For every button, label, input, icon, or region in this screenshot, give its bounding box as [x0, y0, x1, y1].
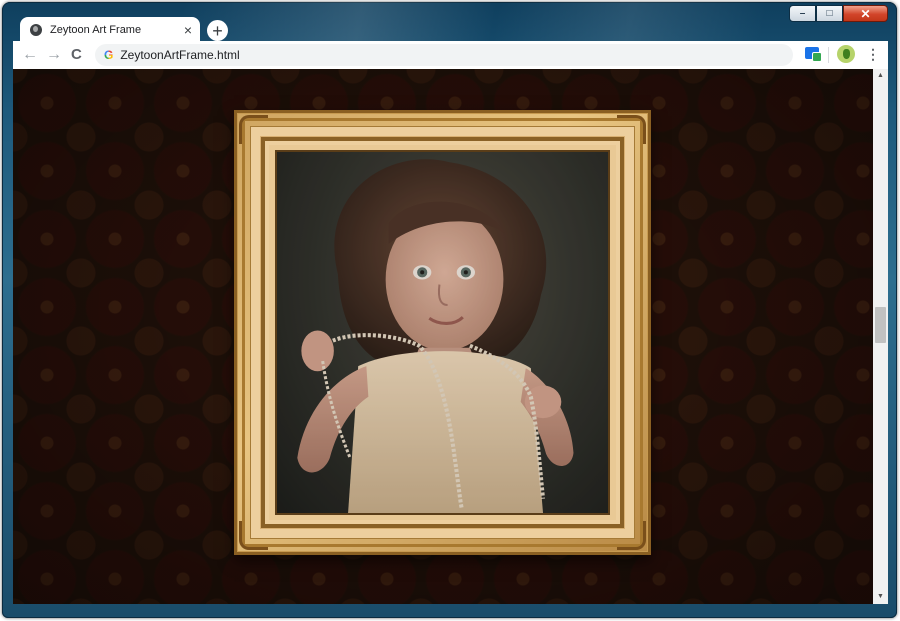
google-g-icon: G: [104, 48, 114, 62]
close-tab-button[interactable]: ×: [184, 22, 192, 38]
picture-frame: [234, 110, 651, 555]
minimize-button[interactable]: –: [789, 5, 816, 22]
toolbar-divider: [828, 47, 829, 63]
browser-menu-button[interactable]: ⋮: [866, 45, 880, 63]
page-viewport: [13, 69, 873, 604]
frame-inner-border: [261, 137, 624, 528]
browser-tab[interactable]: Zeytoon Art Frame ×: [20, 17, 200, 43]
scroll-down-arrow-icon[interactable]: ▼: [873, 590, 888, 604]
window-controls: – □ ✕: [789, 5, 888, 22]
forward-button[interactable]: →: [46, 45, 62, 65]
close-window-button[interactable]: ✕: [843, 5, 888, 22]
vertical-scrollbar[interactable]: ▲ ▼: [873, 69, 888, 604]
portrait-photo: [275, 150, 610, 515]
android-extension-icon[interactable]: [837, 45, 855, 63]
new-tab-button[interactable]: +: [207, 20, 228, 41]
cast-extension-icon[interactable]: [805, 47, 822, 62]
frame-mat: [250, 126, 635, 539]
url-text[interactable]: ZeytoonArtFrame.html: [120, 48, 239, 62]
address-bar[interactable]: G ZeytoonArtFrame.html: [95, 44, 793, 66]
scroll-up-arrow-icon[interactable]: ▲: [873, 69, 888, 83]
tab-title: Zeytoon Art Frame: [50, 24, 142, 36]
frame-inner-mat: [269, 145, 616, 520]
back-button[interactable]: ←: [22, 45, 38, 65]
maximize-button[interactable]: □: [816, 5, 843, 22]
portrait-image: [277, 152, 608, 513]
scrollbar-thumb[interactable]: [875, 307, 886, 343]
reload-button[interactable]: C: [71, 45, 82, 65]
globe-icon: [30, 24, 42, 36]
browser-toolbar: ← → C G ZeytoonArtFrame.html ⋮: [13, 41, 888, 69]
